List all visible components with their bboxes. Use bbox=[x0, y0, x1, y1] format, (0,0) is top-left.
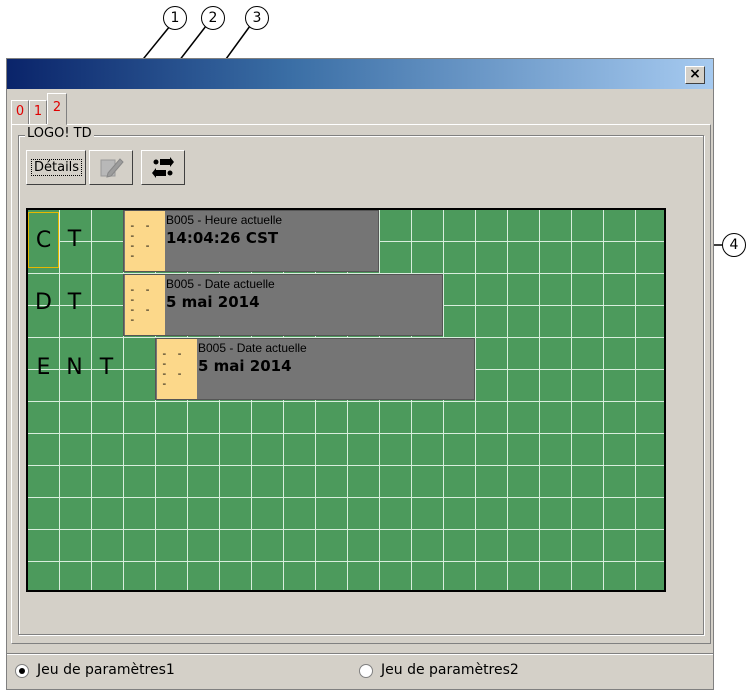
grid-line bbox=[603, 210, 604, 590]
grid-line bbox=[28, 529, 664, 530]
close-button[interactable]: × bbox=[685, 66, 705, 84]
callout-4: 4 bbox=[722, 233, 746, 257]
grid-line bbox=[379, 210, 380, 590]
callout-2: 2 bbox=[201, 6, 225, 30]
grid-char[interactable]: T bbox=[59, 212, 90, 268]
tab-0[interactable]: 0 bbox=[11, 100, 29, 125]
details-button[interactable]: Détails bbox=[26, 150, 86, 185]
tab-panel: LOGO! TD Détails C T - - - - - - B005 - … bbox=[11, 124, 711, 644]
block-parameter-icon: - - - - - - bbox=[157, 339, 197, 399]
grid-line bbox=[475, 210, 476, 590]
grid-char[interactable]: D bbox=[28, 275, 59, 331]
block-caption: B005 - Date actuelle bbox=[198, 341, 307, 355]
grid-char[interactable]: E bbox=[28, 340, 59, 396]
details-label: Détails bbox=[31, 159, 83, 176]
date-block-2[interactable]: - - - - - - B005 - Date actuelle 5 mai 2… bbox=[155, 338, 475, 400]
grid-line bbox=[28, 561, 664, 562]
logo-td-groupbox: LOGO! TD Détails C T - - - - - - B005 - … bbox=[18, 126, 704, 635]
radio-button[interactable] bbox=[359, 664, 373, 678]
connection-icon bbox=[152, 157, 174, 178]
message-text-grid[interactable]: C T - - - - - - B005 - Heure actuelle 14… bbox=[26, 208, 666, 592]
radio-label: Jeu de paramètres2 bbox=[381, 662, 519, 678]
grid-char[interactable]: T bbox=[59, 275, 90, 331]
grid-line bbox=[507, 210, 508, 590]
grid-line bbox=[635, 210, 636, 590]
groupbox-label: LOGO! TD bbox=[25, 126, 94, 141]
edit-button[interactable] bbox=[89, 150, 133, 185]
grid-line bbox=[443, 210, 444, 590]
radio-button[interactable] bbox=[15, 664, 29, 678]
block-value: 5 mai 2014 bbox=[166, 293, 260, 311]
grid-line bbox=[411, 210, 412, 590]
grid-char[interactable]: T bbox=[91, 340, 122, 396]
tab-2[interactable]: 2 bbox=[47, 93, 67, 125]
title-bar: × bbox=[7, 59, 713, 89]
radio-label: Jeu de paramètres1 bbox=[37, 662, 175, 678]
block-parameter-icon: - - - - - - bbox=[125, 275, 165, 335]
time-block[interactable]: - - - - - - B005 - Heure actuelle 14:04:… bbox=[123, 210, 379, 272]
grid-line bbox=[571, 210, 572, 590]
grid-line bbox=[28, 433, 664, 434]
tab-1[interactable]: 1 bbox=[29, 100, 47, 125]
grid-line bbox=[28, 401, 664, 402]
date-block[interactable]: - - - - - - B005 - Date actuelle 5 mai 2… bbox=[123, 274, 443, 336]
divider bbox=[7, 653, 713, 655]
block-caption: B005 - Date actuelle bbox=[166, 277, 275, 291]
callout-1: 1 bbox=[163, 6, 187, 30]
grid-line bbox=[539, 210, 540, 590]
grid-char[interactable]: C bbox=[28, 212, 59, 268]
grid-line bbox=[28, 465, 664, 466]
logo-td-window: × 0 1 2 LOGO! TD Détails C T - - - - - -… bbox=[6, 58, 714, 690]
grid-line bbox=[91, 210, 92, 590]
grid-line bbox=[28, 497, 664, 498]
edit-pencil-icon bbox=[100, 158, 124, 178]
block-caption: B005 - Heure actuelle bbox=[166, 213, 283, 227]
block-parameter-icon: - - - - - - bbox=[125, 211, 165, 271]
connection-button[interactable] bbox=[141, 150, 185, 185]
block-value: 14:04:26 CST bbox=[166, 229, 279, 247]
grid-char[interactable]: N bbox=[59, 340, 90, 396]
callout-3: 3 bbox=[245, 6, 269, 30]
block-value: 5 mai 2014 bbox=[198, 357, 292, 375]
